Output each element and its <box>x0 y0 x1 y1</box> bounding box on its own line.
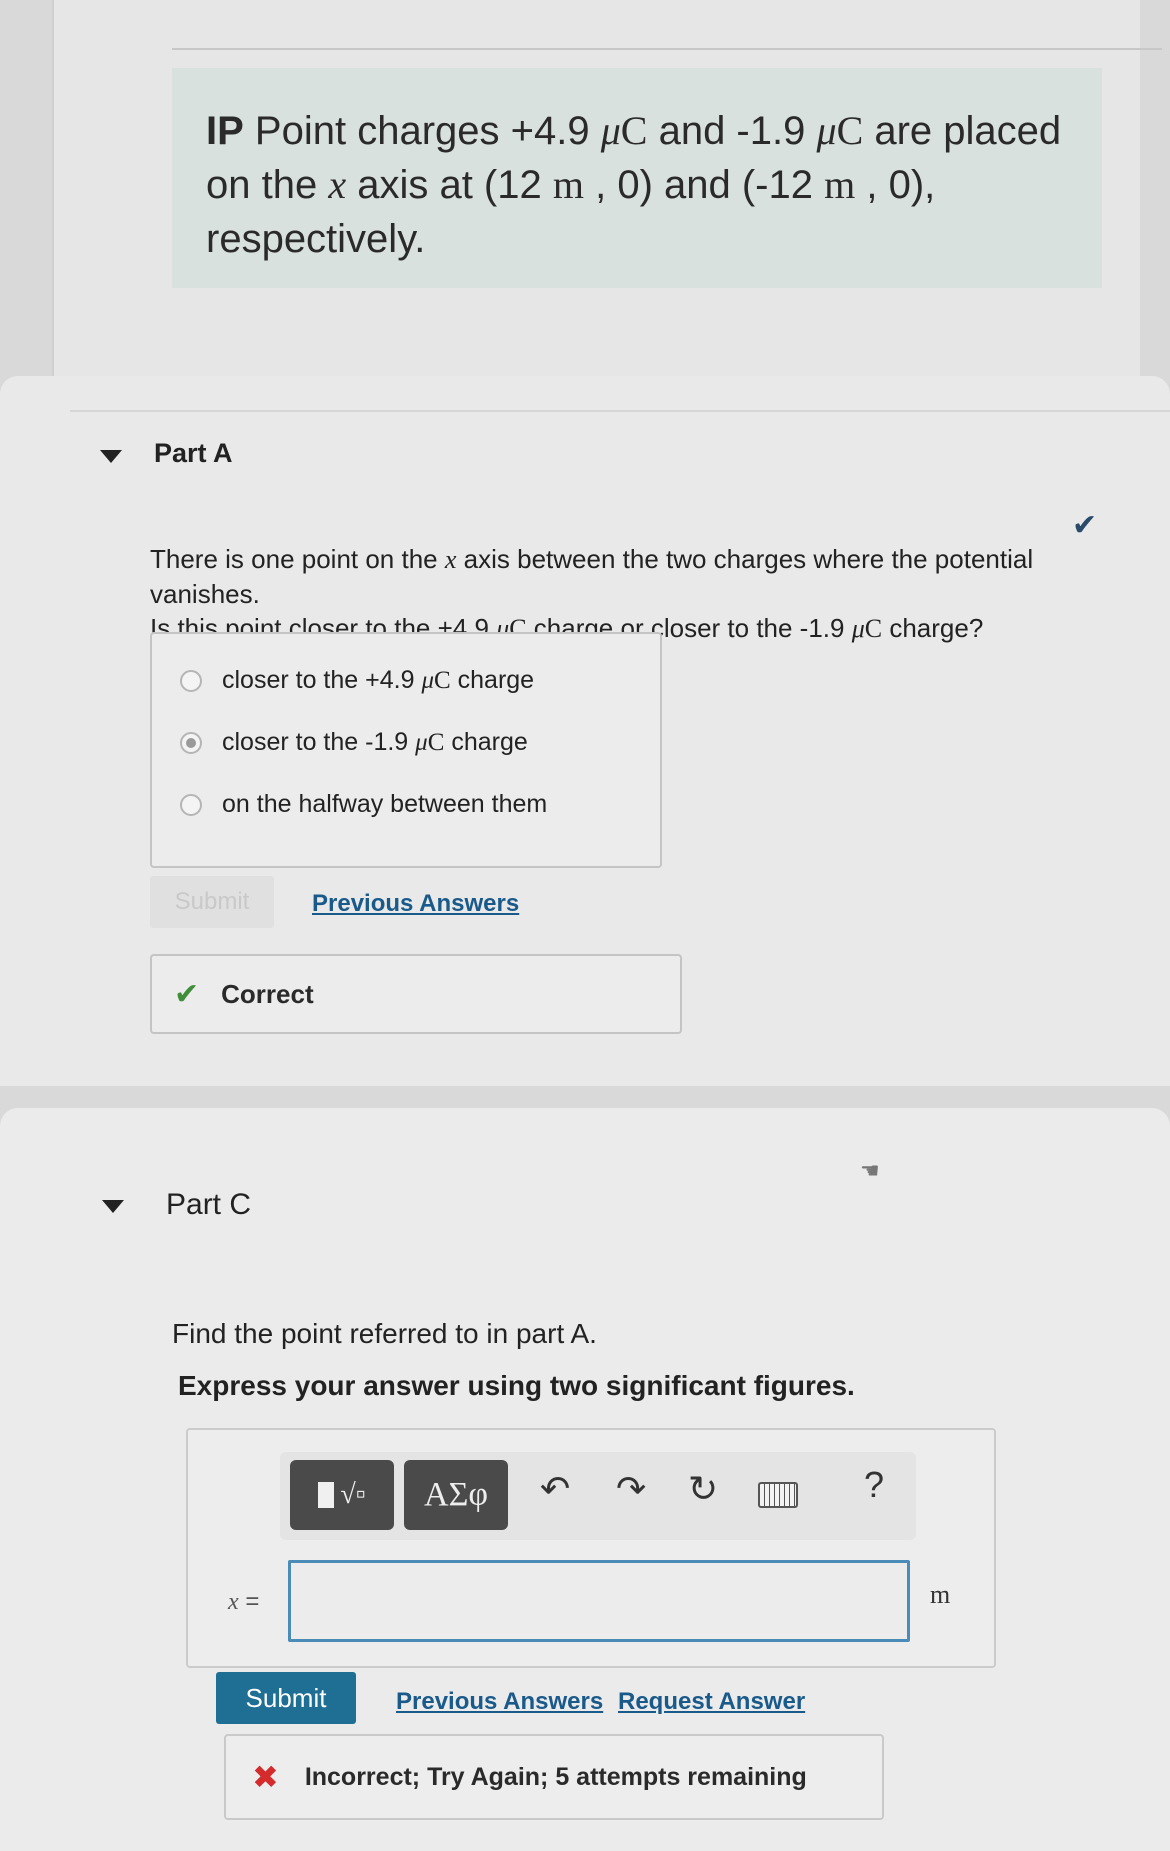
checkmark-icon: ✔ <box>1072 509 1098 542</box>
part-c-express-note: Express your answer using two significan… <box>178 1370 855 1401</box>
redo-icon[interactable]: ↷ <box>616 1468 646 1510</box>
collapse-caret-icon[interactable] <box>100 450 122 463</box>
radical-icon: √▫ <box>340 1479 366 1510</box>
answer-entry-box: √▫ ΑΣφ ↶ ↷ ↻ ? x = m <box>186 1428 996 1668</box>
part-a-title[interactable]: Part A <box>154 438 233 469</box>
part-c-card: Part C ☚ Find the point referred to in p… <box>0 1108 1170 1851</box>
part-a-submit-button[interactable]: Submit <box>150 876 274 928</box>
template-box-icon <box>318 1482 335 1508</box>
undo-icon[interactable]: ↶ <box>540 1468 570 1510</box>
answer-variable-label: x = <box>228 1588 260 1615</box>
part-c-title[interactable]: Part C <box>166 1188 251 1222</box>
reset-icon[interactable]: ↻ <box>688 1468 718 1510</box>
feedback-text: Incorrect; Try Again; 5 attempts remaini… <box>304 1762 807 1791</box>
x-icon: ✖ <box>252 1759 279 1795</box>
collapse-caret-icon[interactable] <box>102 1200 124 1213</box>
problem-line-2: on the x axis at (12 m , 0) and (-12 m ,… <box>206 162 936 207</box>
problem-line-3: respectively. <box>206 217 426 261</box>
keyboard-icon[interactable] <box>758 1482 798 1508</box>
part-a-question: There is one point on the x axis between… <box>150 544 1034 643</box>
part-c-feedback: ✖ Incorrect; Try Again; 5 attempts remai… <box>224 1734 884 1820</box>
help-button[interactable]: ? <box>864 1464 884 1506</box>
check-icon: ✔ <box>174 977 200 1011</box>
problem-line-1: IP Point charges +4.9 μC and -1.9 μC are… <box>206 108 1062 153</box>
part-c-submit-button[interactable]: Submit <box>216 1672 356 1724</box>
option-closer-positive[interactable]: closer to the +4.9 μC charge <box>180 666 534 695</box>
part-c-previous-answers-link[interactable]: Previous Answers <box>396 1688 603 1716</box>
part-a-feedback: ✔ Correct <box>150 954 682 1034</box>
answer-unit: m <box>930 1580 951 1609</box>
cursor-hand-icon: ☚ <box>860 1158 880 1183</box>
option-closer-negative[interactable]: closer to the -1.9 μC charge <box>180 728 528 757</box>
part-a-previous-answers-link[interactable]: Previous Answers <box>312 890 519 918</box>
radio-button[interactable] <box>180 669 202 692</box>
radio-button[interactable] <box>180 793 202 816</box>
radio-button-selected[interactable] <box>180 731 202 754</box>
part-c-instruction: Find the point referred to in part A. <box>172 1318 597 1349</box>
math-toolbar: √▫ ΑΣφ ↶ ↷ ↻ ? <box>280 1452 916 1540</box>
request-answer-link[interactable]: Request Answer <box>618 1688 805 1716</box>
answer-options: closer to the +4.9 μC charge closer to t… <box>150 632 662 868</box>
templates-button[interactable]: √▫ <box>290 1460 394 1530</box>
part-a-card: Part A ✔ There is one point on the x axi… <box>0 376 1170 1086</box>
greek-symbols-button[interactable]: ΑΣφ <box>404 1460 508 1530</box>
feedback-text: Correct <box>221 978 314 1009</box>
divider <box>70 410 1170 412</box>
divider <box>172 48 1162 50</box>
option-halfway[interactable]: on the halfway between them <box>180 790 547 819</box>
problem-statement: IP Point charges +4.9 μC and -1.9 μC are… <box>206 104 1066 266</box>
answer-input[interactable] <box>288 1560 910 1642</box>
